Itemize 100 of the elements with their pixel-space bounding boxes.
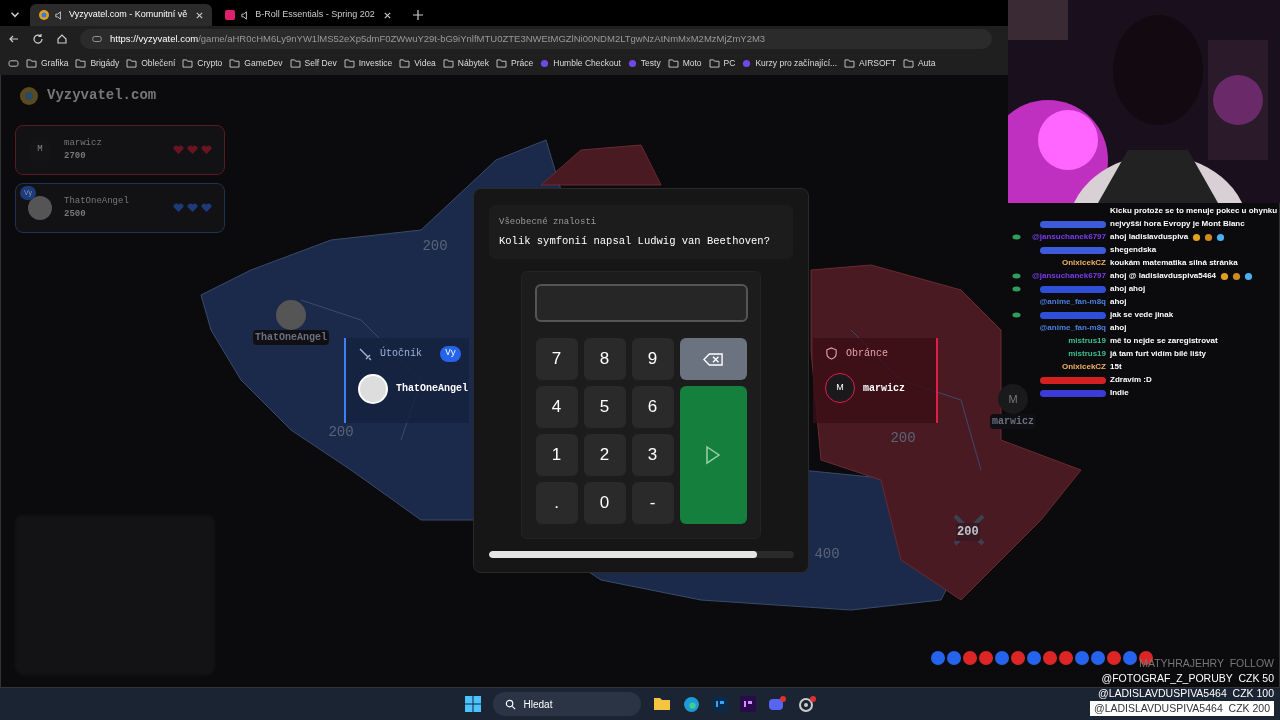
chat-username[interactable]: OnixicekCZ (1062, 362, 1106, 372)
bookmark[interactable]: Crypto (182, 57, 223, 70)
folder-icon (442, 59, 454, 68)
address-field[interactable]: https://vyzyvatel.com/game/aHR0cHM6Ly9nYW1lMS52eXp5dmF0ZWwuY29t-bG9iYnlfMTU0ZTE3NWEtMGZlNi00NDM2LTgwNzAtNmMxM2MzMjZmY2M3 (80, 29, 992, 49)
key-button[interactable]: . (535, 482, 578, 524)
key-button[interactable]: 3 (631, 434, 674, 476)
start-icon[interactable] (464, 696, 481, 712)
bookmark[interactable]: Investice (343, 57, 393, 70)
chat-message: ahoj ladislavduspiva (1110, 232, 1189, 242)
key-button[interactable]: 1 (535, 434, 578, 476)
bookmark[interactable]: PC (708, 57, 736, 70)
key-button[interactable]: 9 (631, 338, 674, 380)
bookmark[interactable]: Kurzy pro začínající... (742, 57, 838, 70)
chat-message: Zdravím :D (1110, 375, 1152, 385)
territory-value: 200 (422, 237, 448, 256)
tab-favicon-icon (224, 9, 237, 21)
close-icon[interactable] (195, 10, 205, 20)
bookmark[interactable]: AIRSOFT (844, 57, 896, 70)
player-score: 2500 (64, 208, 87, 221)
player-avatar (28, 196, 52, 220)
bookmark[interactable]: Auta (902, 57, 936, 70)
folder-icon[interactable] (652, 697, 671, 711)
role-label: Útočník (380, 346, 423, 362)
chat-message: ahoj (1110, 297, 1127, 307)
chat-username[interactable]: @anime_fan-m8q (1039, 297, 1106, 307)
role-label: Obránce (846, 347, 888, 361)
apps-icon[interactable] (8, 59, 19, 68)
folder-icon (496, 59, 508, 68)
chat-username[interactable]: mistrus19 (1068, 349, 1106, 359)
settings-icon[interactable] (797, 696, 816, 712)
chat-username[interactable]: OnixicekCZ (1062, 258, 1106, 268)
key-button[interactable]: 4 (535, 386, 578, 428)
site-info-icon[interactable] (92, 34, 102, 44)
folder-icon (902, 59, 914, 68)
heart-icon (201, 203, 212, 213)
folder-icon (26, 59, 37, 68)
video-app-icon[interactable] (739, 696, 756, 712)
search-field[interactable]: Hledat (492, 692, 641, 716)
folder-icon (289, 59, 301, 68)
chat-message: koukám matematika silná stránka (1110, 258, 1238, 268)
bookmark[interactable]: Testy (627, 57, 661, 70)
chat-message: nejvyšší hora Evropy je Mont Blanc (1110, 219, 1245, 229)
chat-message: 15t (1110, 362, 1122, 372)
chat-message: mě to nejde se zaregistrovat (1110, 336, 1218, 346)
key-button[interactable]: 7 (535, 338, 578, 380)
bookmark[interactable]: Práce (496, 57, 534, 70)
alert-text: @FOTOGRAF_Z_PORUBY CZK 50 (1101, 671, 1274, 686)
bookmark[interactable]: Brigády (75, 57, 120, 70)
territory-value: 200 (890, 429, 916, 448)
marker-name: marwicz (990, 414, 1036, 429)
reload-icon[interactable] (32, 33, 44, 45)
url-text: https://vyzyvatel.com/game/aHR0cHM6Ly9nYW1lMS52eXp5dmF0ZWwuY29t-bG9iYnlfMTU0ZTE3NWEtMGZlNi00NDM2LTgwNzAtNmMxM2MzMjZmY2M3 (110, 31, 766, 46)
key-button[interactable]: 0 (583, 482, 626, 524)
logo-text[interactable]: Vyzyvatel.com (47, 85, 157, 106)
bookmark[interactable]: Humble Checkout (540, 57, 621, 70)
player-score: 2700 (64, 150, 87, 163)
new-tab-icon[interactable] (411, 9, 424, 21)
heart-icon (187, 203, 198, 213)
sword-icon (358, 346, 372, 361)
site-icon (540, 59, 550, 68)
folder-icon (667, 59, 679, 68)
answer-field[interactable] (534, 284, 748, 322)
bookmark[interactable]: GameDev (229, 57, 283, 70)
chat-username[interactable]: @anime_fan-m8q (1039, 323, 1106, 333)
chat-username[interactable]: @jansuchanek6797 (1031, 271, 1106, 281)
territory-value: 200 (956, 523, 980, 541)
chat-app-icon[interactable] (767, 696, 786, 712)
chat-username[interactable]: mistrus19 (1068, 336, 1106, 346)
folder-icon (708, 59, 720, 68)
bookmark[interactable]: Grafika (26, 57, 69, 70)
bookmark[interactable]: Nábytek (442, 57, 490, 70)
key-button[interactable]: 6 (631, 386, 674, 428)
bookmark[interactable]: Self Dev (289, 57, 337, 70)
chat-username[interactable]: @jansuchanek6797 (1031, 232, 1106, 242)
key-button[interactable]: 5 (583, 386, 626, 428)
heart-icon (173, 145, 184, 155)
chat-message: shegendska (1110, 245, 1157, 255)
backspace-button[interactable] (679, 338, 747, 380)
photo-app-icon[interactable] (711, 696, 728, 712)
folder-icon (182, 59, 194, 68)
bookmark[interactable]: Videa (399, 57, 436, 70)
browser-tab[interactable]: Vyzyvatel.com - Komunitní vě (30, 4, 213, 26)
key-button[interactable]: 2 (583, 434, 626, 476)
bookmark[interactable]: Oblečení (126, 57, 176, 70)
back-icon[interactable] (8, 33, 20, 45)
key-button[interactable]: - (631, 482, 674, 524)
browser-icon[interactable] (682, 695, 700, 713)
browser-tab[interactable]: B-Roll Essentials - Spring 202 (216, 4, 400, 26)
question-category: Všeobecné znalosti (499, 216, 598, 230)
chat-message: jak se vede jinak (1110, 310, 1174, 320)
folder-icon (844, 59, 856, 68)
home-icon[interactable] (56, 33, 68, 45)
bookmark[interactable]: Moto (667, 57, 702, 70)
chat-message: Kicku protože se to menuje pokec u ohynku (1110, 206, 1278, 216)
key-button[interactable]: 8 (583, 338, 626, 380)
folder-icon (126, 59, 138, 68)
alert-text: @LADISLAVDUSPIVA5464 CZK 100 (1097, 686, 1274, 701)
close-icon[interactable] (382, 10, 392, 20)
marker-name: ThatOneAngel (253, 330, 329, 345)
folder-icon (343, 59, 355, 68)
